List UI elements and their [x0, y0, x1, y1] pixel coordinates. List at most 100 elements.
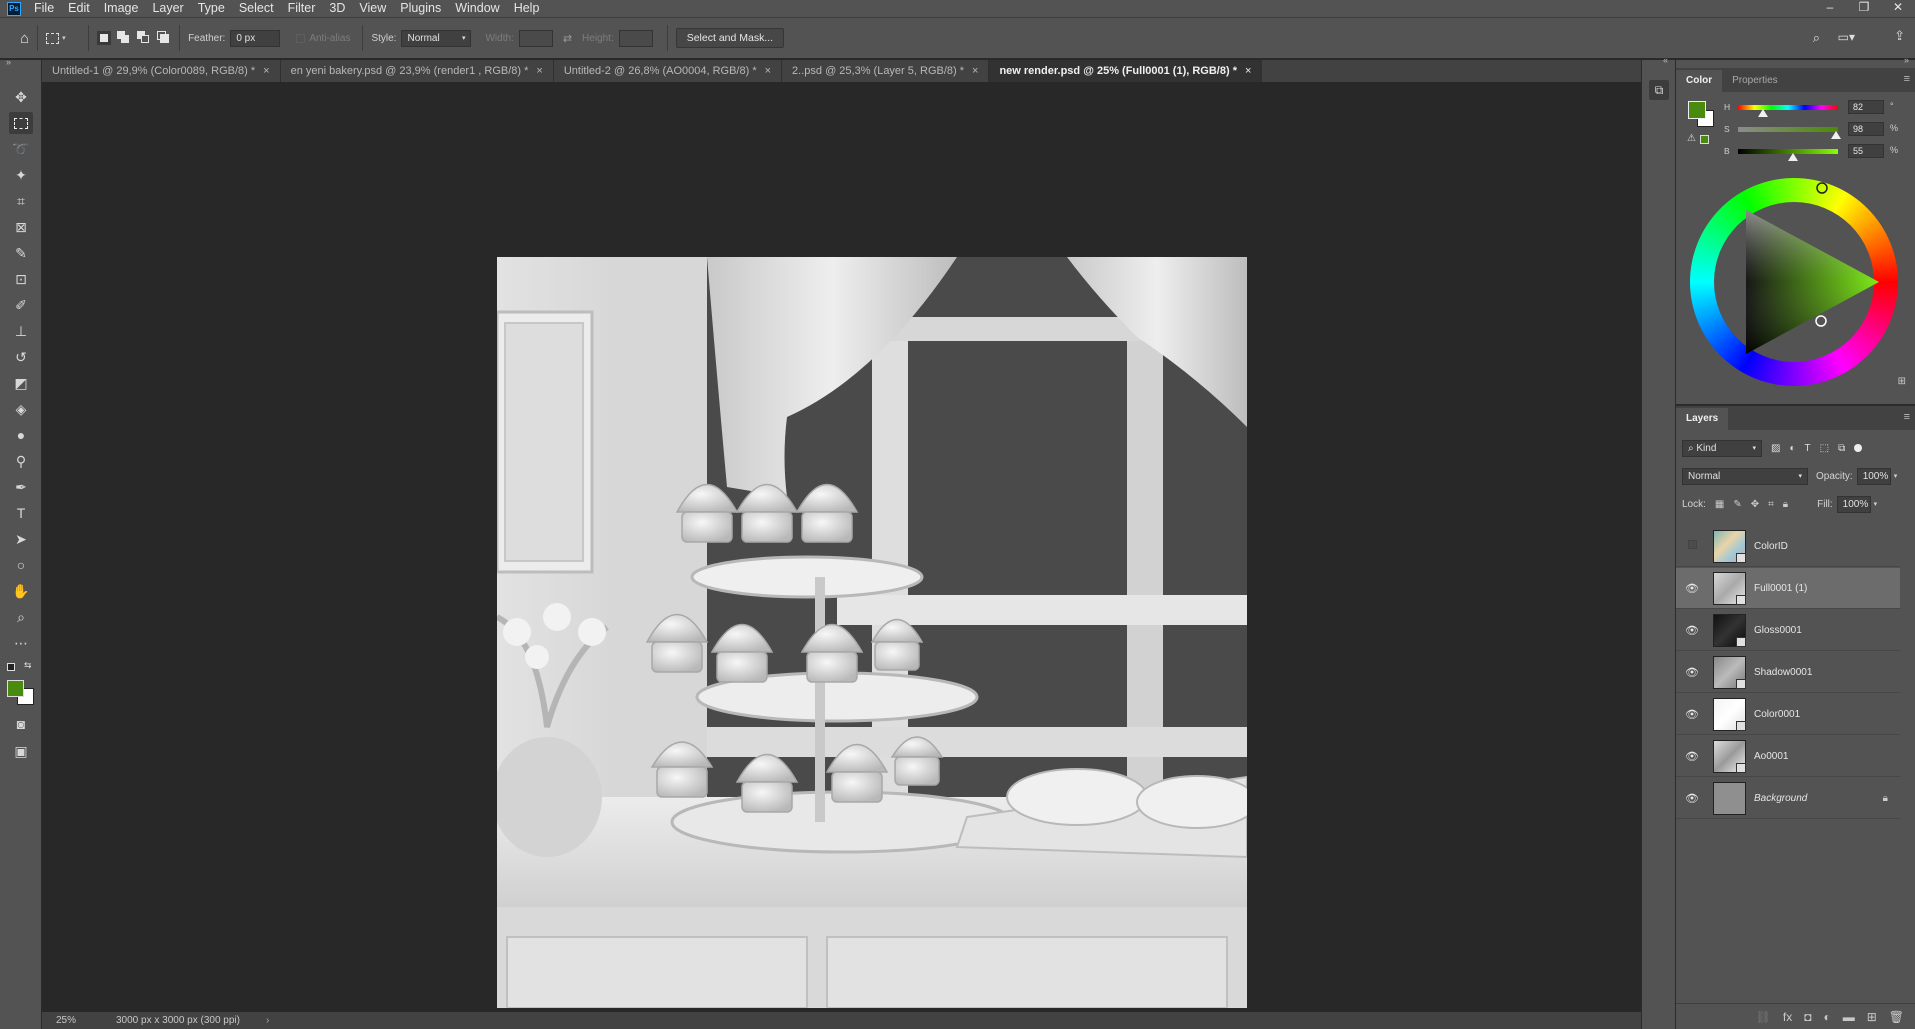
eyedropper-tool-icon[interactable]: ✎ [9, 242, 33, 264]
path-selection-tool-icon[interactable]: ➤ [9, 528, 33, 550]
foreground-color-chip[interactable] [1688, 101, 1706, 119]
lock-image-icon[interactable]: ✎ [1733, 499, 1741, 510]
tab-new-render[interactable]: new render.psd @ 25% (Full0001 (1), RGB/… [989, 60, 1263, 82]
new-group-icon[interactable]: ▬ [1843, 1010, 1855, 1024]
height-input[interactable] [618, 29, 653, 47]
visibility-toggle[interactable] [1685, 540, 1699, 552]
eye-icon[interactable]: 👁︎ [1685, 582, 1699, 595]
paint-bucket-tool-icon[interactable]: ◈ [9, 398, 33, 420]
menu-select[interactable]: Select [232, 0, 281, 17]
panel-menu-icon[interactable]: ≡ [1904, 73, 1910, 85]
layers-panel-menu-icon[interactable]: ≡ [1904, 411, 1910, 423]
menu-help[interactable]: Help [507, 0, 547, 17]
brightness-input[interactable]: 55 [1848, 144, 1884, 158]
lock-position-icon[interactable]: ✥ [1751, 499, 1759, 510]
lasso-tool-icon[interactable]: ➰ [9, 138, 33, 160]
saturation-input[interactable]: 98 [1848, 122, 1884, 136]
antialias-checkbox[interactable]: Anti-alias [296, 33, 350, 44]
zoom-tool-icon[interactable]: ⌕ [9, 606, 33, 628]
saturation-brightness-triangle[interactable] [1690, 178, 1898, 386]
new-layer-icon[interactable]: ⊞ [1867, 1010, 1877, 1024]
menu-type[interactable]: Type [191, 0, 232, 17]
quick-mask-icon[interactable]: ◙ [9, 713, 33, 735]
collapse-dock-icon[interactable]: « [1663, 55, 1668, 65]
swap-dimensions-icon[interactable]: ⇄ [563, 32, 572, 45]
home-icon[interactable]: ⌂ [20, 30, 29, 47]
collapse-toolbar-icon[interactable]: » [6, 57, 11, 67]
tab-untitled-2[interactable]: Untitled-2 @ 26,8% (AO0004, RGB/8) * × [554, 60, 783, 82]
layer-row[interactable]: ColorID [1676, 526, 1900, 567]
restore-icon[interactable]: ❐ [1847, 0, 1881, 17]
pen-tool-icon[interactable]: ✒ [9, 476, 33, 498]
document-canvas[interactable] [497, 257, 1247, 1008]
close-window-icon[interactable]: ✕ [1881, 0, 1915, 17]
eraser-tool-icon[interactable]: ◩ [9, 372, 33, 394]
hue-track[interactable] [1738, 105, 1838, 110]
frame-tool-icon[interactable]: ⊠ [9, 216, 33, 238]
layer-name[interactable]: Gloss0001 [1754, 625, 1802, 636]
history-brush-tool-icon[interactable]: ↺ [9, 346, 33, 368]
eye-icon[interactable]: 👁︎ [1685, 708, 1699, 721]
menu-plugins[interactable]: Plugins [393, 0, 448, 17]
eye-icon[interactable]: 👁︎ [1685, 624, 1699, 637]
share-icon[interactable]: ⇪ [1894, 28, 1905, 44]
layer-name[interactable]: ColorID [1754, 541, 1788, 552]
feather-input[interactable]: 0 px [230, 29, 281, 47]
tab-2-psd[interactable]: 2..psd @ 25,3% (Layer 5, RGB/8) * × [782, 60, 990, 82]
layer-style-icon[interactable]: fx [1783, 1010, 1792, 1024]
layer-name[interactable]: Ao0001 [1754, 751, 1788, 762]
menu-window[interactable]: Window [448, 0, 506, 17]
swap-colors-icon[interactable]: ⇆ [24, 660, 32, 671]
tab-en-yeni-bakery[interactable]: en yeni bakery.psd @ 23,9% (render1 , RG… [281, 60, 554, 82]
tab-layers[interactable]: Layers [1676, 408, 1729, 430]
blur-tool-icon[interactable]: ● [9, 424, 33, 446]
brightness-slider[interactable]: B 55 % [1724, 144, 1914, 161]
workspace-icon[interactable]: ▭▾ [1838, 30, 1855, 44]
lock-artboard-icon[interactable]: ⌗ [1768, 499, 1774, 510]
layer-row[interactable]: 👁︎ Full0001 (1) [1676, 568, 1900, 609]
close-tab-icon[interactable]: × [765, 65, 771, 77]
screen-mode-icon[interactable]: ▣ [9, 740, 33, 762]
intersect-selection-icon[interactable] [157, 31, 171, 45]
more-tools-icon[interactable]: ⋯ [9, 632, 33, 654]
color-wheel[interactable] [1690, 178, 1898, 386]
magic-wand-tool-icon[interactable]: ✦ [9, 164, 33, 186]
menu-3d[interactable]: 3D [322, 0, 352, 17]
canvas-area[interactable] [42, 82, 1641, 1012]
menu-view[interactable]: View [352, 0, 393, 17]
dodge-tool-icon[interactable]: ⚲ [9, 450, 33, 472]
layer-name[interactable]: Full0001 (1) [1754, 583, 1807, 594]
menu-layer[interactable]: Layer [145, 0, 190, 17]
filter-smart-object-icon[interactable]: ⧉ [1838, 443, 1845, 454]
filter-kind-select[interactable]: ⌕ Kind ▾ [1682, 439, 1762, 457]
expand-panels-icon[interactable]: » [1904, 55, 1909, 65]
width-input[interactable] [518, 29, 553, 47]
saturation-thumb[interactable] [1831, 131, 1841, 139]
web-safe-color-chip[interactable] [1700, 135, 1709, 144]
layer-row[interactable]: 👁︎ Color0001 [1676, 694, 1900, 735]
fill-input[interactable]: 100% [1836, 495, 1871, 513]
default-colors-icon[interactable] [7, 663, 15, 671]
menu-edit[interactable]: Edit [61, 0, 97, 17]
tab-properties[interactable]: Properties [1722, 70, 1788, 92]
marquee-preset-icon[interactable]: ▾ [46, 32, 80, 44]
ellipse-tool-icon[interactable]: ○ [9, 554, 33, 576]
eye-icon[interactable]: 👁︎ [1685, 666, 1699, 679]
menu-image[interactable]: Image [97, 0, 146, 17]
crop-tool-icon[interactable]: ⌗ [9, 190, 33, 212]
close-tab-icon[interactable]: × [1245, 65, 1251, 77]
close-tab-icon[interactable]: × [263, 65, 269, 77]
zoom-level[interactable]: 25% [56, 1015, 104, 1026]
link-layers-icon[interactable]: ⛓ [1756, 1010, 1771, 1024]
marquee-tool-icon[interactable] [9, 112, 33, 134]
blend-mode-select[interactable]: Normal ▾ [1682, 467, 1808, 485]
minimize-icon[interactable]: – [1813, 0, 1847, 17]
foreground-color-swatch[interactable] [7, 680, 24, 697]
move-tool-icon[interactable]: ✥ [9, 86, 33, 108]
delete-layer-icon[interactable]: 🗑︎ [1889, 1010, 1904, 1024]
gamut-warning-icon[interactable]: ⚠ [1687, 133, 1696, 144]
layer-name[interactable]: Background [1754, 793, 1807, 804]
adjustment-layer-icon[interactable]: ◐ [1823, 1010, 1830, 1024]
saturation-track[interactable] [1738, 127, 1838, 132]
new-selection-icon[interactable] [97, 31, 112, 45]
